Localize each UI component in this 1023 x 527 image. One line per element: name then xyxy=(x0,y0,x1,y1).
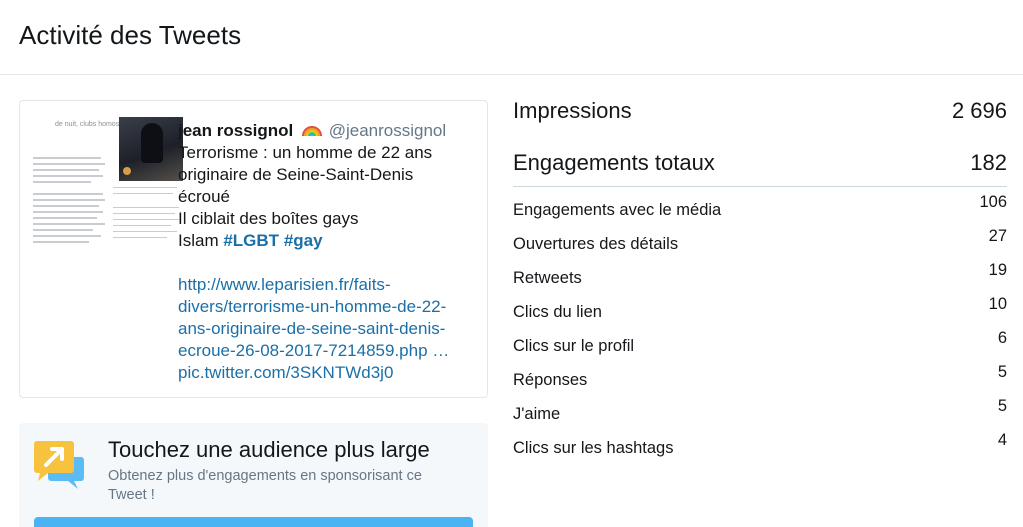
tweet-media-thumbnail[interactable]: de nuit, clubs homosexuels xyxy=(33,117,183,252)
tweet-text: Terrorisme : un homme de 22 ans originai… xyxy=(178,142,478,384)
stat-label: Clics du lien xyxy=(513,303,602,321)
rainbow-emoji-icon xyxy=(301,126,322,137)
stat-label: Réponses xyxy=(513,371,588,389)
tweet-text-line: écroué xyxy=(178,187,230,206)
stat-label: Clics sur le profil xyxy=(513,337,635,355)
author-handle[interactable]: @jeanrossignol xyxy=(329,121,446,140)
stats-divider xyxy=(513,186,1007,187)
engagements-row: Engagements totaux 182 xyxy=(513,150,1007,176)
tweet-body: jean rossignol @jeanrossignol Terrorisme… xyxy=(178,120,478,384)
article-photo xyxy=(119,117,183,181)
stat-value: 10 xyxy=(988,295,1007,313)
article-link-line: divers/terrorisme-un-homme-de-22- xyxy=(178,297,447,316)
page-title: Activité des Tweets xyxy=(19,20,242,50)
hashtag-gay[interactable]: #gay xyxy=(284,231,323,250)
stat-label: Ouvertures des détails xyxy=(513,235,679,253)
tweet-text-prefix: Islam xyxy=(178,231,224,250)
stat-value: 6 xyxy=(997,329,1007,347)
tweet-author-line: jean rossignol @jeanrossignol xyxy=(178,120,478,142)
tweet-text-line: Il ciblait des boîtes gays xyxy=(178,209,359,228)
article-link-line: ecroue-26-08-2017-7214859.php … xyxy=(178,341,450,360)
promote-chat-icon xyxy=(34,441,84,489)
article-link[interactable]: http://www.leparisien.fr/faits- divers/t… xyxy=(178,274,478,362)
stat-row: Retweets 19 xyxy=(513,261,1007,288)
article-link-line: http://www.leparisien.fr/faits- xyxy=(178,275,391,294)
stat-value: 5 xyxy=(997,363,1007,381)
stat-value: 27 xyxy=(988,227,1007,245)
stat-row: Engagements avec le média 106 xyxy=(513,193,1007,220)
impressions-row: Impressions 2 696 xyxy=(513,98,1007,124)
tweet-text-line: Islam #LGBT #gay xyxy=(178,230,478,252)
engagements-value: 182 xyxy=(970,150,1007,175)
engagements-label: Engagements totaux xyxy=(513,150,715,175)
promote-tweet-panel: Touchez une audience plus large Obtenez … xyxy=(19,423,488,527)
stat-row: Clics sur les hashtags 4 xyxy=(513,431,1007,458)
stat-value: 106 xyxy=(979,193,1007,211)
stat-row: Clics du lien 10 xyxy=(513,295,1007,322)
stat-row: Ouvertures des détails 27 xyxy=(513,227,1007,254)
promo-subtitle: Obtenez plus d'engagements en sponsorisa… xyxy=(108,468,422,503)
tweet-card[interactable]: de nuit, clubs homosexuels jean rossigno… xyxy=(19,100,488,398)
stat-value: 19 xyxy=(988,261,1007,279)
stat-value: 5 xyxy=(997,397,1007,415)
stat-row: J'aime 5 xyxy=(513,397,1007,424)
page-header: Activité des Tweets xyxy=(0,0,1023,75)
stat-label: Clics sur les hashtags xyxy=(513,439,674,457)
tweet-text-line: Terrorisme : un homme de 22 ans xyxy=(178,143,433,162)
stat-label: Engagements avec le média xyxy=(513,201,722,219)
impressions-value: 2 696 xyxy=(951,98,1007,123)
author-name[interactable]: jean rossignol xyxy=(178,121,293,140)
stat-row: Réponses 5 xyxy=(513,363,1007,390)
promo-title: Touchez une audience plus large xyxy=(108,437,430,462)
hashtag-lgbt[interactable]: #LGBT xyxy=(223,231,279,250)
article-link-line: ans-originaire-de-seine-saint-denis- xyxy=(178,319,446,338)
stat-label: Retweets xyxy=(513,269,582,287)
impressions-label: Impressions xyxy=(513,98,632,123)
tweet-text-line: originaire de Seine-Saint-Denis xyxy=(178,165,414,184)
stat-row: Clics sur le profil 6 xyxy=(513,329,1007,356)
stat-label: J'aime xyxy=(513,405,561,423)
pic-link[interactable]: pic.twitter.com/3SKNTWd3j0 xyxy=(178,362,478,384)
stat-value: 4 xyxy=(997,431,1007,449)
promote-tweet-button[interactable] xyxy=(34,517,473,527)
